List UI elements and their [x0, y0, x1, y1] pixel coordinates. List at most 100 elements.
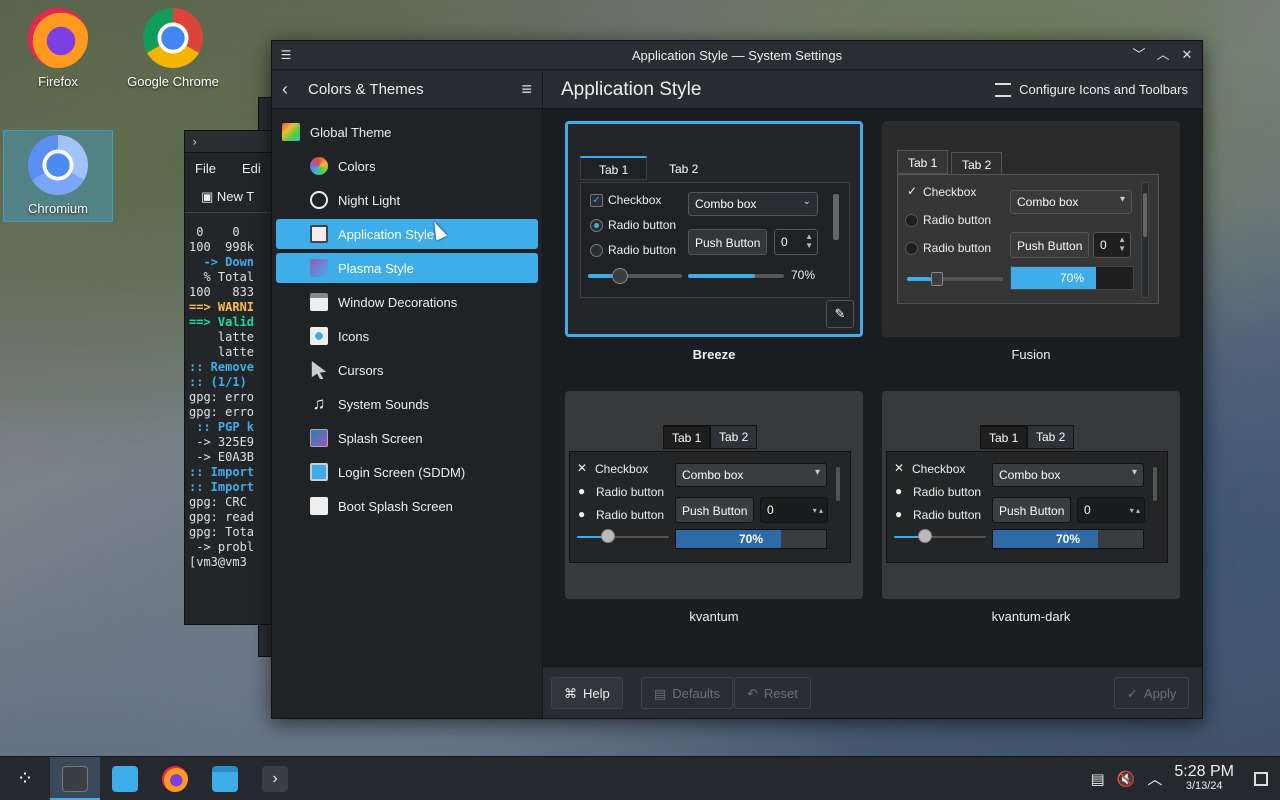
sidebar-item-label: Application Style — [338, 226, 435, 242]
style-card-kvantum[interactable]: Tab 1 Tab 2 ✕ Checkbox ● Radio button ● … — [565, 391, 863, 624]
preview-tab-1: Tab 1 — [663, 425, 711, 449]
combo-label: Combo box — [682, 468, 744, 482]
desktop-icon-chrome[interactable]: Google Chrome — [118, 8, 228, 89]
terminal-output[interactable]: 0 0 100 998k -> Down % Total 100 833 ==>… — [185, 213, 283, 582]
preview-progress — [688, 274, 784, 278]
style-card-breeze[interactable]: Tab 1 Tab 2 ✓ Checkbox Radio button Radi… — [565, 121, 863, 362]
preview-spinbox: 0 ▾ ▴ — [760, 497, 828, 523]
preview-combo: Combo box ▾ — [1010, 190, 1132, 214]
defaults-label: Defaults — [672, 686, 720, 701]
configure-label: Configure Icons and Toolbars — [1019, 82, 1188, 97]
edit-pencil-icon[interactable]: ✎ — [826, 300, 854, 328]
help-button[interactable]: ⌘ Help — [551, 677, 623, 709]
window-menu-icon[interactable]: ☰ — [272, 48, 300, 62]
menu-edit[interactable]: Edi — [242, 161, 261, 176]
taskbar-discover[interactable] — [100, 757, 150, 800]
taskbar-files[interactable] — [200, 757, 250, 800]
sidebar-item-system-sounds[interactable]: ♫ System Sounds — [276, 389, 538, 419]
desktop-icon-chromium[interactable]: Chromium — [3, 130, 113, 222]
new-tab-label: New T — [216, 189, 255, 204]
spin-arrows-icon: ▾ ▴ — [1129, 506, 1140, 515]
colors-icon — [310, 157, 328, 175]
terminal-line: :: PGP k — [189, 420, 255, 434]
chevron-down-icon: ▾ — [814, 467, 820, 478]
preview-slider — [577, 529, 669, 543]
volume-muted-icon[interactable]: 🔇 — [1117, 770, 1136, 788]
preview-checkbox-label: Checkbox — [608, 193, 662, 207]
login-screen-icon — [310, 463, 328, 481]
radio-dot-icon: ● — [578, 484, 586, 498]
window-title: Application Style — System Settings — [631, 47, 843, 63]
preview-tab-1: Tab 1 — [580, 156, 648, 180]
terminal-line: :: Import — [189, 465, 255, 479]
system-settings-window[interactable]: ☰ Application Style — System Settings ﹀ … — [271, 40, 1203, 719]
terminal-window[interactable]: › File Edi ▣ New T 0 0 100 998k -> Down … — [184, 130, 284, 625]
footer-bar: ⌘ Help ▤ Defaults ↶ Reset ✓ Apply — [543, 666, 1202, 718]
terminal-line: gpg: erro — [189, 405, 255, 419]
preview-scrollbar — [1141, 182, 1149, 298]
preview-slider — [907, 272, 1003, 286]
sidebar-item-boot-splash[interactable]: Boot Splash Screen — [276, 491, 538, 521]
spin-arrows-icon: ▲ ▼ — [1118, 235, 1126, 253]
style-name: kvantum-dark — [991, 609, 1071, 624]
menu-file[interactable]: File — [195, 161, 216, 176]
preview-push-button: Push Button — [992, 497, 1072, 523]
sidebar-item-window-decorations[interactable]: Window Decorations — [276, 287, 538, 317]
terminal-line: gpg: CRC — [189, 495, 247, 509]
firefox-icon — [162, 765, 188, 792]
sidebar-item-colors[interactable]: Colors — [276, 151, 538, 181]
preview-combo: Combo box ▾ — [675, 463, 827, 487]
style-preview: Tab 1 Tab 2 ✕ Checkbox ● Radio button ● … — [882, 391, 1180, 599]
sidebar-item-night-light[interactable]: Night Light — [276, 185, 538, 215]
apply-button[interactable]: ✓ Apply — [1114, 677, 1190, 709]
sidebar-item-cursors[interactable]: Cursors — [276, 355, 538, 385]
close-button[interactable]: ✕ — [1178, 46, 1196, 64]
style-preview: Tab 1 Tab 2 ✓ Checkbox Radio button Radi… — [565, 121, 863, 337]
defaults-icon: ▤ — [654, 686, 667, 701]
taskbar-firefox[interactable] — [150, 757, 200, 800]
expand-tray-icon[interactable]: ︿ — [1147, 768, 1162, 789]
clipboard-icon[interactable]: ▤ — [1091, 770, 1105, 788]
maximize-button[interactable]: ︿ — [1154, 46, 1172, 64]
sidebar-item-application-style[interactable]: Application Style — [276, 219, 538, 249]
back-arrow-icon[interactable]: ‹ — [282, 79, 308, 100]
terminal-line: 100 998k — [189, 240, 255, 254]
checkmark-icon: ✓ — [1127, 686, 1138, 701]
preview-progress-label: 70% — [791, 268, 816, 282]
terminal-line: :: Import — [189, 480, 255, 494]
style-card-fusion[interactable]: Tab 1 Tab 2 ✓ Checkbox Radio button Radi… — [882, 121, 1180, 362]
page-header: Application Style Configure Icons and To… — [543, 71, 1202, 109]
spin-value: 0 — [1100, 238, 1107, 252]
taskbar-system-settings[interactable] — [50, 756, 100, 800]
sidebar-item-splash-screen[interactable]: Splash Screen — [276, 423, 538, 453]
taskbar-terminal[interactable]: › — [250, 757, 300, 800]
configure-icons-toolbars-button[interactable]: Configure Icons and Toolbars — [995, 82, 1188, 97]
show-desktop-icon[interactable] — [1254, 771, 1268, 786]
sidebar-item-global-theme[interactable]: Global Theme — [276, 117, 538, 147]
progress-fill — [676, 530, 781, 548]
plasma-style-icon — [310, 259, 328, 277]
terminal-titlebar[interactable]: › — [185, 131, 283, 153]
checkbox-x-icon: ✕ — [894, 461, 905, 475]
reset-button[interactable]: ↶ Reset — [734, 677, 811, 709]
terminal-line: % Total — [189, 270, 255, 284]
chevron-down-icon: ⌄ — [802, 196, 811, 207]
spin-arrows-icon: ▾ ▴ — [812, 506, 823, 515]
terminal-line: :: Remove — [189, 360, 255, 374]
sidebar-item-login-screen[interactable]: Login Screen (SDDM) — [276, 457, 538, 487]
terminal-new-tab[interactable]: ▣ New T — [185, 183, 283, 213]
slider-knob-icon — [918, 529, 932, 543]
slider-knob-icon — [931, 272, 943, 286]
preview-progress: 70% — [675, 529, 827, 549]
hamburger-menu-icon[interactable]: ≡ — [521, 79, 532, 100]
window-titlebar[interactable]: ☰ Application Style — System Settings ﹀ … — [272, 41, 1202, 70]
combo-label: Combo box — [695, 197, 757, 211]
app-launcher-button[interactable]: ⁘ — [0, 757, 50, 800]
style-card-kvantum-dark[interactable]: Tab 1 Tab 2 ✕ Checkbox ● Radio button ● … — [882, 391, 1180, 624]
clock[interactable]: 5:28 PM 3/13/24 — [1174, 763, 1234, 793]
desktop-icon-firefox[interactable]: Firefox — [3, 8, 113, 89]
sidebar-item-icons[interactable]: Icons — [276, 321, 538, 351]
minimize-button[interactable]: ﹀ — [1130, 46, 1148, 64]
defaults-button[interactable]: ▤ Defaults — [641, 677, 733, 709]
sidebar-item-plasma-style[interactable]: Plasma Style — [276, 253, 538, 283]
